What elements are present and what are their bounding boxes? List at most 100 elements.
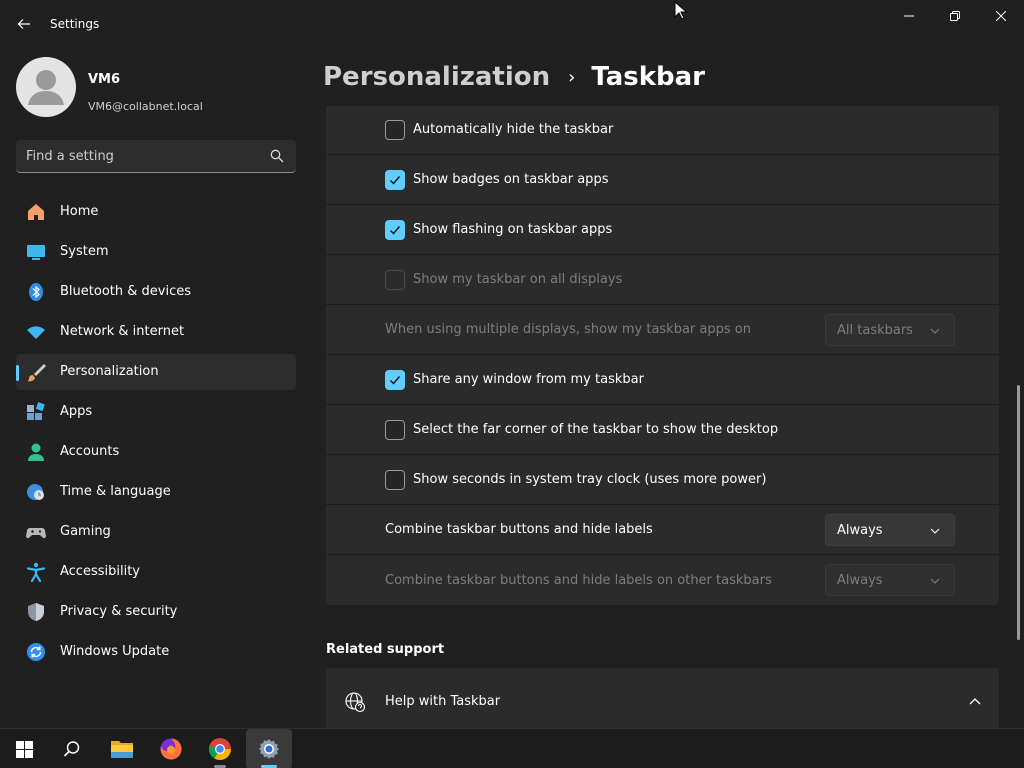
gamepad-icon [26, 522, 46, 542]
setting-label: Show badges on taskbar apps [413, 172, 609, 187]
gear-icon [259, 739, 279, 759]
taskbar [0, 728, 1024, 768]
taskbar-behaviors-group: Automatically hide the taskbar Show badg… [326, 106, 999, 605]
sidebar-item-accounts[interactable]: Accounts [16, 434, 296, 470]
scrollbar-thumb[interactable] [1017, 385, 1020, 640]
accessibility-icon [26, 562, 46, 582]
sidebar-item-windows-update[interactable]: Windows Update [16, 634, 296, 670]
settings-content: Automatically hide the taskbar Show badg… [326, 106, 999, 728]
sidebar-item-label: Apps [60, 404, 93, 419]
chevron-down-icon [930, 528, 940, 534]
taskbar-settings[interactable] [246, 729, 292, 768]
taskbar-search-button[interactable] [52, 729, 92, 768]
sidebar-item-privacy[interactable]: Privacy & security [16, 594, 296, 630]
checkbox-all-displays [385, 269, 405, 290]
apps-icon [26, 402, 46, 422]
user-profile[interactable]: VM6 VM6@collabnet.local [16, 57, 306, 117]
avatar [16, 57, 76, 117]
combine-other-dropdown: Always [825, 564, 955, 596]
chrome-icon [208, 738, 231, 760]
setting-row-multiple-displays: When using multiple displays, show my ta… [326, 305, 999, 355]
setting-label: Show flashing on taskbar apps [413, 222, 613, 237]
home-icon [26, 202, 46, 222]
wifi-icon [26, 322, 46, 342]
breadcrumb-parent[interactable]: Personalization [323, 62, 550, 92]
checkbox-far-corner[interactable] [385, 419, 405, 440]
back-button[interactable] [12, 12, 36, 36]
person-icon [26, 442, 46, 462]
sidebar-item-bluetooth[interactable]: Bluetooth & devices [16, 274, 296, 310]
sidebar-item-personalization[interactable]: Personalization [16, 354, 296, 390]
checkmark-icon [389, 225, 401, 235]
shield-icon [26, 602, 46, 622]
sidebar-item-home[interactable]: Home [16, 194, 296, 230]
restore-icon [950, 11, 960, 21]
setting-row-far-corner[interactable]: Select the far corner of the taskbar to … [326, 405, 999, 455]
checkbox-auto-hide[interactable] [385, 119, 405, 140]
help-label: Help with Taskbar [385, 694, 501, 709]
close-icon [996, 11, 1006, 21]
globe-help-icon [345, 692, 366, 713]
minimize-button[interactable] [886, 0, 932, 32]
sidebar-item-time-language[interactable]: Time & language [16, 474, 296, 510]
checkbox-seconds[interactable] [385, 469, 405, 490]
breadcrumb: Personalization › Taskbar [323, 57, 705, 97]
firefox-icon [160, 738, 182, 760]
person-placeholder-icon [28, 70, 64, 105]
sidebar-item-system[interactable]: System [16, 234, 296, 270]
taskbar-firefox[interactable] [151, 729, 191, 768]
restore-button[interactable] [932, 0, 978, 32]
sidebar-item-label: Home [60, 204, 99, 219]
sidebar: VM6 VM6@collabnet.local Home System Blue… [0, 48, 310, 728]
sidebar-item-label: Privacy & security [60, 604, 178, 619]
taskbar-chrome[interactable] [200, 729, 240, 768]
setting-row-seconds[interactable]: Show seconds in system tray clock (uses … [326, 455, 999, 505]
search-icon [63, 741, 80, 757]
monitor-icon [26, 242, 46, 262]
sidebar-item-label: Windows Update [60, 644, 170, 659]
combine-buttons-dropdown[interactable]: Always [825, 513, 955, 546]
checkbox-badges[interactable] [385, 169, 405, 190]
sidebar-item-apps[interactable]: Apps [16, 394, 296, 430]
user-email: VM6@collabnet.local [88, 100, 203, 113]
search-box [16, 140, 296, 173]
search-input[interactable] [26, 140, 266, 172]
brush-icon [26, 362, 46, 382]
sidebar-item-label: Gaming [60, 524, 111, 539]
dropdown-value: Always [837, 522, 883, 538]
setting-row-flashing[interactable]: Show flashing on taskbar apps [326, 205, 999, 255]
user-name: VM6 [88, 72, 121, 87]
setting-label: Combine taskbar buttons and hide labels … [385, 572, 772, 588]
start-button[interactable] [4, 729, 44, 768]
checkbox-flashing[interactable] [385, 219, 405, 240]
setting-row-auto-hide[interactable]: Automatically hide the taskbar [326, 106, 999, 155]
search-icon[interactable] [270, 149, 284, 163]
sidebar-item-gaming[interactable]: Gaming [16, 514, 296, 550]
folder-icon [111, 741, 133, 758]
sidebar-item-network[interactable]: Network & internet [16, 314, 296, 350]
checkbox-share-window[interactable] [385, 369, 405, 390]
sidebar-item-label: Time & language [60, 484, 171, 499]
sidebar-item-accessibility[interactable]: Accessibility [16, 554, 296, 590]
sidebar-item-label: System [60, 244, 109, 259]
help-with-taskbar-card[interactable]: Help with Taskbar [326, 668, 999, 728]
chevron-up-icon[interactable] [969, 696, 981, 708]
setting-label: Select the far corner of the taskbar to … [413, 422, 779, 437]
setting-label: Share any window from my taskbar [413, 372, 644, 387]
nav-list: Home System Bluetooth & devices Network … [16, 194, 296, 674]
setting-row-share-window[interactable]: Share any window from my taskbar [326, 355, 999, 405]
setting-label: Automatically hide the taskbar [413, 122, 614, 137]
clock-globe-icon [26, 482, 46, 502]
checkmark-icon [389, 375, 401, 385]
setting-row-all-displays: Show my taskbar on all displays [326, 255, 999, 305]
sidebar-item-label: Bluetooth & devices [60, 284, 191, 299]
close-button[interactable] [978, 0, 1024, 32]
taskbar-file-explorer[interactable] [102, 729, 142, 768]
title-bar: Settings [0, 0, 1024, 48]
chevron-down-icon [930, 578, 940, 584]
sidebar-item-label: Network & internet [60, 324, 185, 339]
bluetooth-icon [26, 282, 46, 302]
chevron-down-icon [930, 328, 940, 334]
windows-logo-icon [15, 740, 33, 758]
setting-row-badges[interactable]: Show badges on taskbar apps [326, 155, 999, 205]
